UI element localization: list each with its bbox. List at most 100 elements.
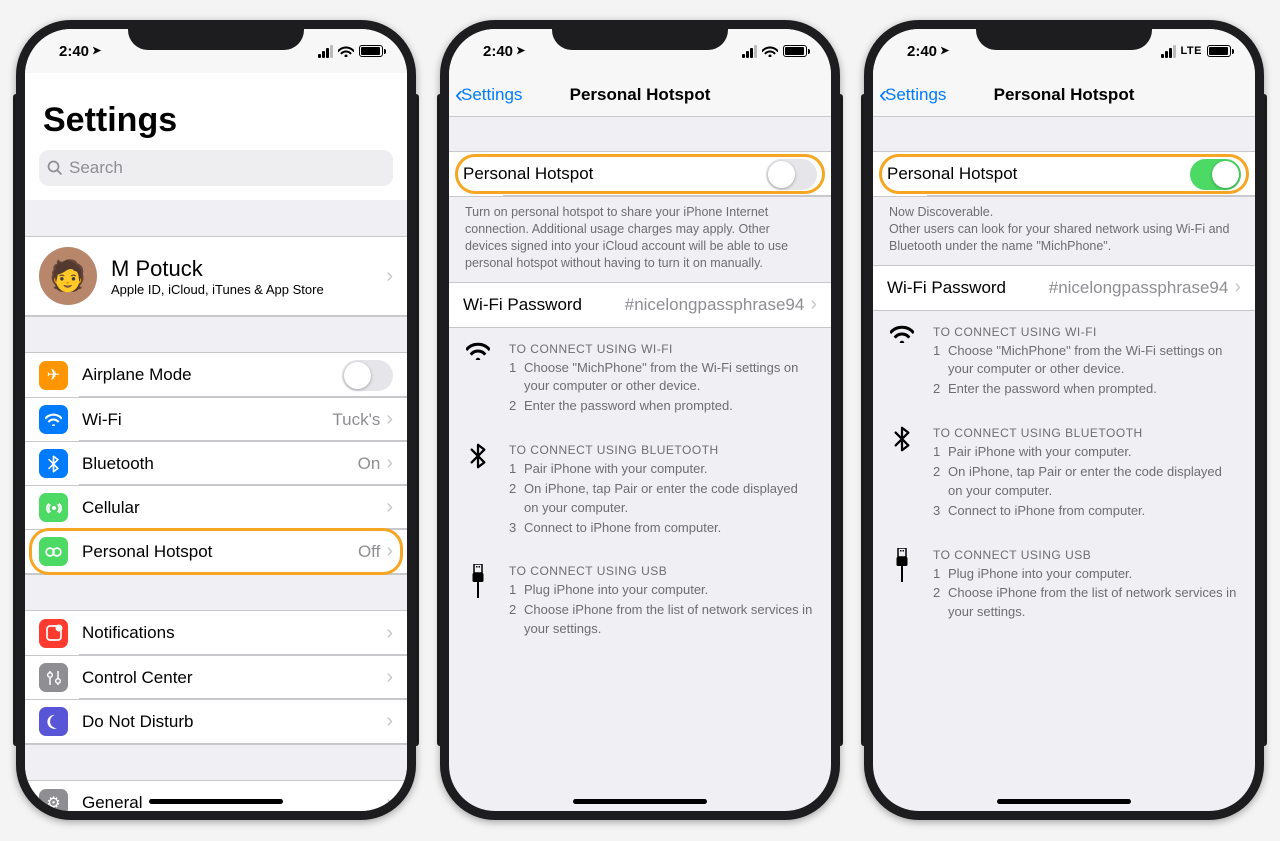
screen-3: 2:40 ➤ LTE ‹ Settings Personal Hotspot P… <box>873 29 1255 811</box>
general-group: ⚙︎ General › <box>25 780 407 811</box>
instruction-step: Enter the password when prompted. <box>948 380 1157 399</box>
nav-bar: ‹ Settings Personal Hotspot <box>873 73 1255 117</box>
connectivity-group: ✈︎ Airplane Mode Wi-Fi Tuck's › B <box>25 352 407 574</box>
wifi-password-group: Wi-Fi Password #nicelongpassphrase94 › <box>449 282 831 328</box>
row-label: Wi-Fi Password <box>463 295 625 315</box>
home-indicator[interactable] <box>573 799 707 804</box>
instruction-step: Choose "MichPhone" from the Wi-Fi settin… <box>948 342 1239 380</box>
instruction-heading: TO CONNECT USING WI-FI <box>933 325 1239 339</box>
instruction-step: Enter the password when prompted. <box>524 397 733 416</box>
instruction-heading: TO CONNECT USING USB <box>509 564 815 578</box>
row-label: Airplane Mode <box>82 365 342 385</box>
cell-signal-icon <box>1161 45 1176 58</box>
wifi-password-row[interactable]: Wi-Fi Password #nicelongpassphrase94 › <box>449 283 831 327</box>
chevron-right-icon: › <box>1234 276 1241 299</box>
cellular-row[interactable]: Cellular › <box>25 485 407 529</box>
hotspot-toggle[interactable] <box>766 159 817 190</box>
wifi-icon <box>762 45 778 57</box>
screen-1: 2:40 ➤ Settings Search 🧑 <box>25 29 407 811</box>
bluetooth-instructions: TO CONNECT USING BLUETOOTH 1Pair iPhone … <box>449 429 831 550</box>
personal-hotspot-row[interactable]: Personal Hotspot Off › <box>25 529 407 573</box>
apple-id-row[interactable]: 🧑 M Potuck Apple ID, iCloud, iTunes & Ap… <box>25 237 407 315</box>
row-value: #nicelongpassphrase94 <box>1049 278 1229 298</box>
battery-icon <box>783 45 807 57</box>
general-row[interactable]: ⚙︎ General › <box>25 781 407 811</box>
row-label: Do Not Disturb <box>82 712 386 732</box>
instruction-heading: TO CONNECT USING BLUETOOTH <box>933 426 1239 440</box>
settings-content: Settings Search 🧑 M Potuck Apple ID, iCl… <box>25 73 407 811</box>
row-label: Notifications <box>82 623 386 643</box>
hotspot-toggle[interactable] <box>1190 159 1241 190</box>
row-value: On <box>358 454 381 474</box>
profile-group: 🧑 M Potuck Apple ID, iCloud, iTunes & Ap… <box>25 236 407 316</box>
bluetooth-row[interactable]: Bluetooth On › <box>25 441 407 485</box>
phone-frame-2: 2:40 ➤ ‹ Settings Personal Hotspot <box>440 20 840 820</box>
usb-instructions: TO CONNECT USING USB 1Plug iPhone into y… <box>449 550 831 652</box>
hotspot-footer-note: Now Discoverable. Other users can look f… <box>873 197 1255 265</box>
instruction-step: Plug iPhone into your computer. <box>948 565 1132 584</box>
wifi-icon <box>889 325 915 401</box>
instruction-step: On iPhone, tap Pair or enter the code di… <box>524 480 815 518</box>
back-button[interactable]: ‹ Settings <box>455 81 522 109</box>
back-button[interactable]: ‹ Settings <box>879 81 946 109</box>
wifi-row[interactable]: Wi-Fi Tuck's › <box>25 397 407 441</box>
chevron-right-icon: › <box>386 496 393 519</box>
home-indicator[interactable] <box>997 799 1131 804</box>
nav-bar: ‹ Settings Personal Hotspot <box>449 73 831 117</box>
notifications-group: Notifications › Control Center › Do Not … <box>25 610 407 744</box>
wifi-password-group: Wi-Fi Password #nicelongpassphrase94 › <box>873 265 1255 311</box>
chevron-right-icon: › <box>386 622 393 645</box>
chevron-right-icon: › <box>386 666 393 689</box>
page-title: Settings <box>25 73 407 146</box>
airplane-toggle[interactable] <box>342 360 393 391</box>
battery-icon <box>359 45 383 57</box>
notch <box>976 20 1152 50</box>
phone-frame-3: 2:40 ➤ LTE ‹ Settings Personal Hotspot P… <box>864 20 1264 820</box>
row-label: Personal Hotspot <box>887 164 1190 184</box>
hotspot-toggle-row[interactable]: Personal Hotspot <box>873 152 1255 196</box>
hotspot-toggle-row[interactable]: Personal Hotspot <box>449 152 831 196</box>
instruction-heading: TO CONNECT USING USB <box>933 548 1239 562</box>
chevron-right-icon: › <box>810 293 817 316</box>
bluetooth-instructions: TO CONNECT USING BLUETOOTH 1Pair iPhone … <box>873 412 1255 533</box>
instruction-step: Choose iPhone from the list of network s… <box>948 584 1239 622</box>
row-label: Personal Hotspot <box>463 164 766 184</box>
wifi-instructions: TO CONNECT USING WI-FI 1Choose "MichPhon… <box>873 311 1255 413</box>
moon-icon <box>39 707 68 736</box>
airplane-mode-row[interactable]: ✈︎ Airplane Mode <box>25 353 407 397</box>
chevron-right-icon: › <box>386 452 393 475</box>
instruction-step: Choose iPhone from the list of network s… <box>524 601 815 639</box>
phone-frame-1: 2:40 ➤ Settings Search 🧑 <box>16 20 416 820</box>
row-label: Wi-Fi <box>82 410 332 430</box>
notifications-row[interactable]: Notifications › <box>25 611 407 655</box>
hotspot-content: Personal Hotspot Now Discoverable. Other… <box>873 117 1255 811</box>
location-icon: ➤ <box>940 44 949 57</box>
location-icon: ➤ <box>92 44 101 57</box>
dnd-row[interactable]: Do Not Disturb › <box>25 699 407 743</box>
status-time: 2:40 <box>59 43 89 60</box>
back-label: Settings <box>461 85 522 105</box>
control-center-icon <box>39 663 68 692</box>
instruction-step: Connect to iPhone from computer. <box>948 502 1145 521</box>
notch <box>552 20 728 50</box>
notifications-icon <box>39 619 68 648</box>
wifi-password-row[interactable]: Wi-Fi Password #nicelongpassphrase94 › <box>873 266 1255 310</box>
gear-icon: ⚙︎ <box>39 789 68 812</box>
profile-sub: Apple ID, iCloud, iTunes & App Store <box>111 282 386 297</box>
hotspot-icon <box>39 537 68 566</box>
search-input[interactable]: Search <box>39 150 393 186</box>
instruction-step: Choose "MichPhone" from the Wi-Fi settin… <box>524 359 815 397</box>
control-center-row[interactable]: Control Center › <box>25 655 407 699</box>
instruction-step: Pair iPhone with your computer. <box>524 460 708 479</box>
instruction-heading: TO CONNECT USING WI-FI <box>509 342 815 356</box>
row-value: #nicelongpassphrase94 <box>625 295 805 315</box>
wifi-instructions: TO CONNECT USING WI-FI 1Choose "MichPhon… <box>449 328 831 430</box>
instruction-step: On iPhone, tap Pair or enter the code di… <box>948 463 1239 501</box>
row-value: Tuck's <box>332 410 380 430</box>
chevron-right-icon: › <box>386 792 393 812</box>
usb-instructions: TO CONNECT USING USB 1Plug iPhone into y… <box>873 534 1255 636</box>
row-label: Wi-Fi Password <box>887 278 1049 298</box>
row-value: Off <box>358 542 380 562</box>
wifi-icon <box>338 45 354 57</box>
home-indicator[interactable] <box>149 799 283 804</box>
